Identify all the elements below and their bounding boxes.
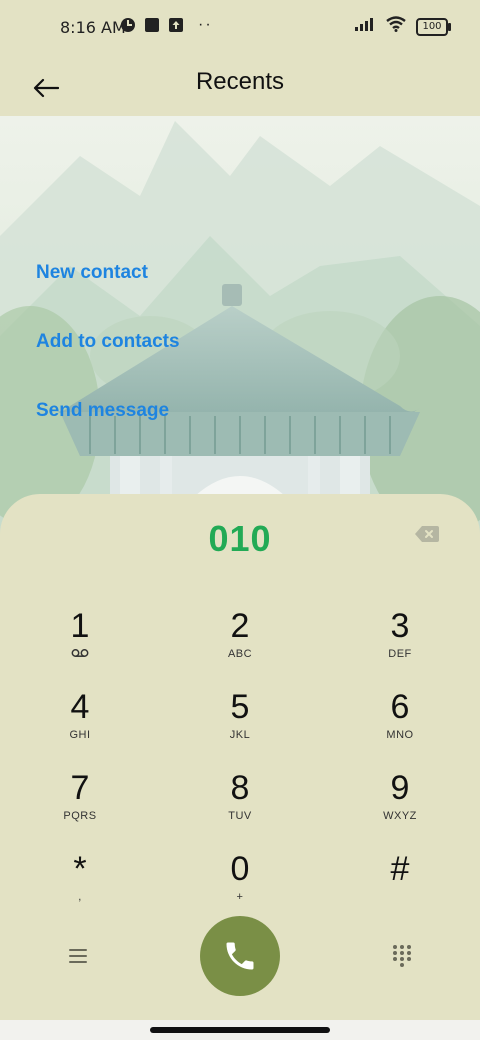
key-letters: TUV [228,810,252,822]
key-4[interactable]: 4 GHI [20,689,140,759]
key-digit: 8 [230,769,250,807]
key-8[interactable]: 8 TUV [180,770,300,840]
key-0[interactable]: 0 + [180,851,300,921]
key-hash[interactable]: # [340,851,460,921]
wifi-icon [386,16,406,37]
key-9[interactable]: 9 WXYZ [340,770,460,840]
key-1[interactable]: 1 [20,608,140,678]
backspace-button[interactable] [414,524,440,544]
key-letters: GHI [69,729,91,741]
key-letters: MNO [386,729,414,741]
key-digit: 0 [230,850,250,888]
key-3[interactable]: 3 DEF [340,608,460,678]
signal-icon [354,16,376,37]
menu-button[interactable] [64,942,92,970]
send-message-link[interactable]: Send message [36,400,180,422]
key-2[interactable]: 2 ABC [180,608,300,678]
dialed-number[interactable]: 010 [0,518,480,560]
key-letters: + [236,891,244,903]
action-links: New contact Add to contacts Send message [36,262,180,469]
key-5[interactable]: 5 JKL [180,689,300,759]
key-letters: ABC [227,648,253,660]
square-notification-icon [144,17,160,33]
key-7[interactable]: 7 PQRS [20,770,140,840]
key-digit: 1 [70,607,90,645]
app-notification-icon [120,17,136,33]
backspace-icon [415,526,439,542]
key-digit: 9 [390,769,410,807]
new-contact-link[interactable]: New contact [36,262,180,284]
more-notifications-icon: ·· [198,16,213,33]
add-to-contacts-link[interactable]: Add to contacts [36,331,180,353]
key-digit: 5 [230,688,250,726]
voicemail-icon [20,648,140,661]
key-letters: PQRS [63,810,97,822]
upload-notification-icon [168,17,184,33]
app-bar: Recents [0,56,480,116]
key-letters: DEF [388,648,412,660]
notification-icons: ·· [120,16,213,34]
key-digit: 4 [70,688,90,726]
key-6[interactable]: 6 MNO [340,689,460,759]
key-digit: * [73,850,87,888]
home-indicator[interactable] [150,1027,330,1033]
key-digit: 3 [390,607,410,645]
battery-indicator: 100 [416,17,451,36]
status-time: 8:16 AM [60,18,126,37]
key-digit: 6 [390,688,410,726]
status-bar: 8:16 AM ·· 100 [0,0,480,56]
key-letters: JKL [229,729,251,741]
key-digit: # [390,850,410,888]
status-right-icons: 100 [354,16,451,37]
key-letters: , [78,891,82,903]
call-button[interactable] [200,916,280,996]
key-star[interactable]: * , [20,851,140,921]
key-digit: 7 [70,769,90,807]
key-letters: WXYZ [383,810,417,822]
dialpad-grid-icon [393,945,411,967]
phone-icon [226,942,254,970]
dialpad-toggle-button[interactable] [388,942,416,970]
page-title: Recents [195,68,285,95]
menu-icon [69,949,87,963]
key-digit: 2 [230,607,250,645]
